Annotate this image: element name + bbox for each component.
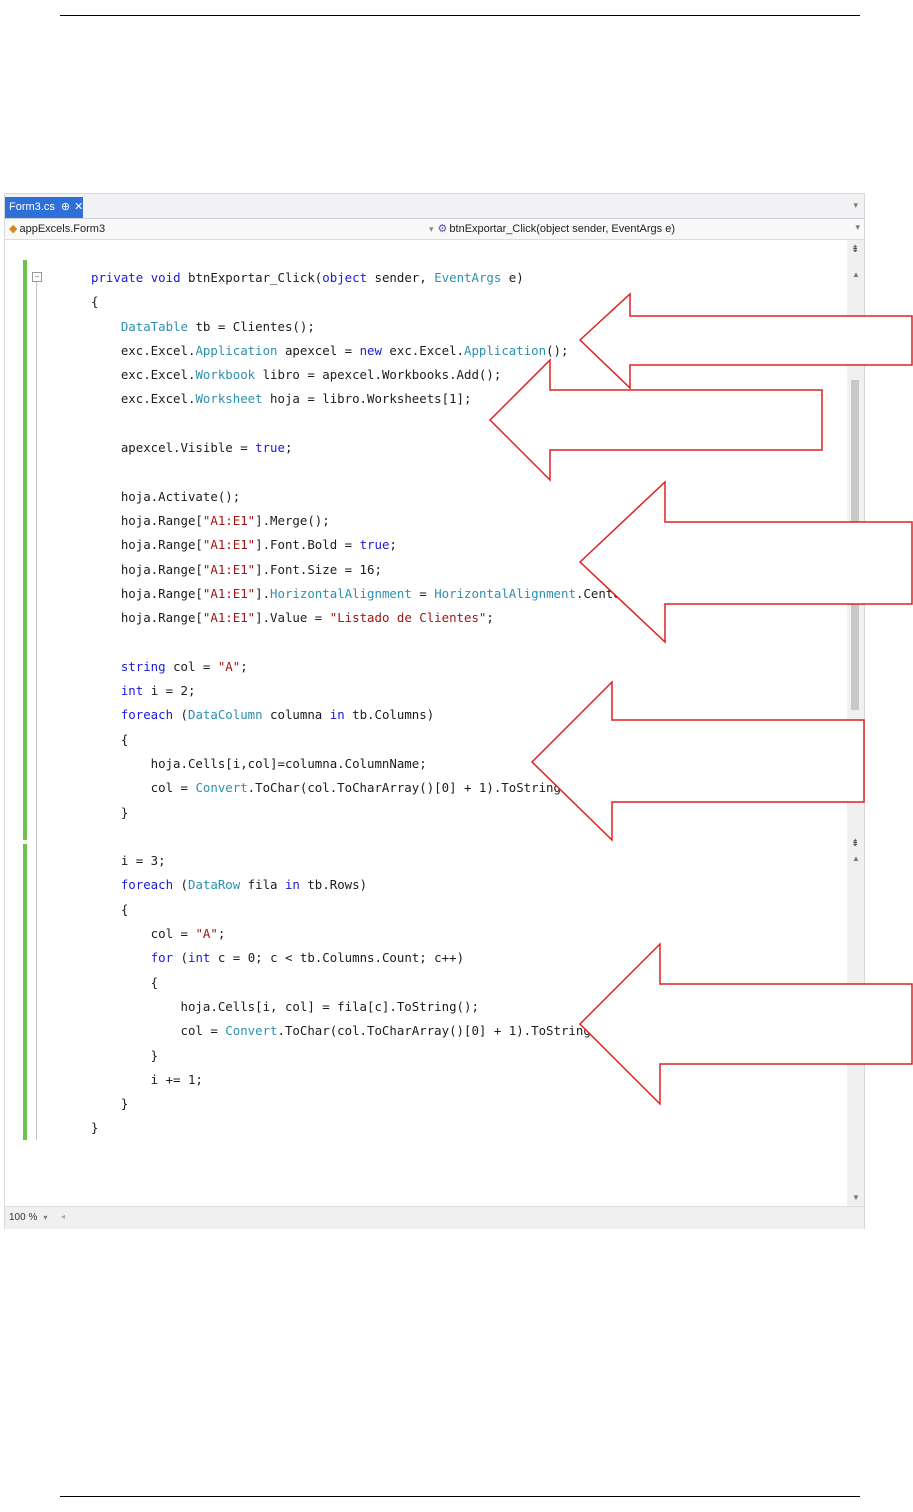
code-line[interactable]: int i = 2; <box>91 679 636 703</box>
code-line[interactable]: hoja.Cells[i,col]=columna.ColumnName; <box>91 752 636 776</box>
outline-guide-line <box>36 282 37 1140</box>
code-line[interactable]: for (int c = 0; c < tb.Columns.Count; c+… <box>91 946 636 970</box>
code-line[interactable]: hoja.Range["A1:E1"].Font.Bold = true; <box>91 533 636 557</box>
splitter-icon[interactable]: ⇟ <box>851 244 859 255</box>
code-line[interactable]: { <box>91 971 636 995</box>
code-line[interactable]: col = "A"; <box>91 922 636 946</box>
zoom-dropdown[interactable]: 100 % ▾ <box>9 1212 47 1223</box>
document-tab-bar: Form3.cs ⊕ ✕ ▾ <box>5 194 864 219</box>
code-line[interactable]: i = 3; <box>91 849 636 873</box>
code-line[interactable]: DataTable tb = Clientes(); <box>91 315 636 339</box>
code-editor-window: Form3.cs ⊕ ✕ ▾ ◆ appExcels.Form3 ▾ ⚙ btnExpor… <box>4 193 865 1229</box>
tab-overflow-chevron-down-icon[interactable]: ▾ <box>853 200 858 211</box>
code-line[interactable]: ​ <box>91 825 636 849</box>
chevron-down-icon: ▾ <box>429 224 434 234</box>
navigation-bar: ◆ appExcels.Form3 ▾ ⚙ btnExportar_Click(obj… <box>5 219 864 240</box>
code-line[interactable]: ​ <box>91 460 636 484</box>
page-top-rule <box>60 15 860 16</box>
code-line[interactable]: col = Convert.ToChar(col.ToCharArray()[0… <box>91 1019 636 1043</box>
code-line[interactable]: hoja.Range["A1:E1"].Merge(); <box>91 509 636 533</box>
scrollbar-thumb[interactable] <box>851 380 859 710</box>
change-indicator-bar <box>23 260 27 840</box>
tab-label: Form3.cs <box>9 201 55 213</box>
code-line[interactable]: exc.Excel.Application apexcel = new exc.… <box>91 339 636 363</box>
pin-icon[interactable]: ⊕ <box>61 201 70 213</box>
code-line[interactable]: foreach (DataRow fila in tb.Rows) <box>91 873 636 897</box>
source-code[interactable]: private void btnExportar_Click(object se… <box>91 266 636 1141</box>
code-line[interactable]: exc.Excel.Worksheet hoja = libro.Workshe… <box>91 387 636 411</box>
code-line[interactable]: hoja.Range["A1:E1"].HorizontalAlignment … <box>91 582 636 606</box>
vertical-scrollbar[interactable]: ⇟ ▲ ⇟ ▲ ▼ <box>847 240 864 1206</box>
code-line[interactable]: } <box>91 1092 636 1116</box>
change-indicator-bar <box>23 844 27 1140</box>
collapse-minus-icon[interactable]: − <box>32 272 42 282</box>
scroll-up-arrow-icon[interactable]: ▲ <box>852 270 860 279</box>
code-line[interactable]: foreach (DataColumn columna in tb.Column… <box>91 703 636 727</box>
code-line[interactable]: apexcel.Visible = true; <box>91 436 636 460</box>
code-line[interactable]: private void btnExportar_Click(object se… <box>91 266 636 290</box>
zoom-level: 100 % <box>9 1212 38 1223</box>
splitter-icon[interactable]: ⇟ <box>851 838 859 849</box>
code-line[interactable]: hoja.Range["A1:E1"].Font.Size = 16; <box>91 558 636 582</box>
code-line[interactable]: } <box>91 1044 636 1068</box>
member-dropdown[interactable]: ▾ ⚙ btnExportar_Click(object sender, Event… <box>429 222 675 235</box>
code-area[interactable]: − private void btnExportar_Click(object … <box>5 240 864 1206</box>
class-icon: ◆ <box>9 223 18 235</box>
code-line[interactable]: hoja.Cells[i, col] = fila[c].ToString(); <box>91 995 636 1019</box>
code-line[interactable]: } <box>91 1116 636 1140</box>
class-dropdown-label: appExcels.Form3 <box>19 223 106 235</box>
class-dropdown[interactable]: ◆ appExcels.Form3 <box>9 222 105 235</box>
editor-status-bar: 100 % ▾ ◂ <box>5 1206 864 1229</box>
member-dropdown-chevron-down-icon[interactable]: ▾ <box>855 222 860 233</box>
close-icon[interactable]: ✕ <box>74 201 83 213</box>
scroll-down-arrow-icon[interactable]: ▼ <box>852 1193 860 1202</box>
code-line[interactable]: ​ <box>91 412 636 436</box>
code-line[interactable]: { <box>91 898 636 922</box>
code-line[interactable]: hoja.Range["A1:E1"].Value = "Listado de … <box>91 606 636 630</box>
code-line[interactable]: { <box>91 290 636 314</box>
code-line[interactable]: } <box>91 801 636 825</box>
tab-form3-cs[interactable]: Form3.cs ⊕ ✕ <box>5 197 83 218</box>
member-dropdown-label: btnExportar_Click(object sender, EventAr… <box>449 223 676 235</box>
method-icon: ⚙ <box>437 223 448 235</box>
code-line[interactable]: exc.Excel.Workbook libro = apexcel.Workb… <box>91 363 636 387</box>
code-line[interactable]: ​ <box>91 630 636 654</box>
chevron-down-icon: ▾ <box>43 1213 48 1222</box>
code-line[interactable]: col = Convert.ToChar(col.ToCharArray()[0… <box>91 776 636 800</box>
code-line[interactable]: hoja.Activate(); <box>91 485 636 509</box>
scroll-up-arrow-icon[interactable]: ▲ <box>852 854 860 863</box>
scroll-left-arrow-icon[interactable]: ◂ <box>61 1212 65 1221</box>
code-line[interactable]: i += 1; <box>91 1068 636 1092</box>
code-line[interactable]: string col = "A"; <box>91 655 636 679</box>
page-bottom-rule <box>60 1496 860 1497</box>
code-line[interactable]: { <box>91 728 636 752</box>
